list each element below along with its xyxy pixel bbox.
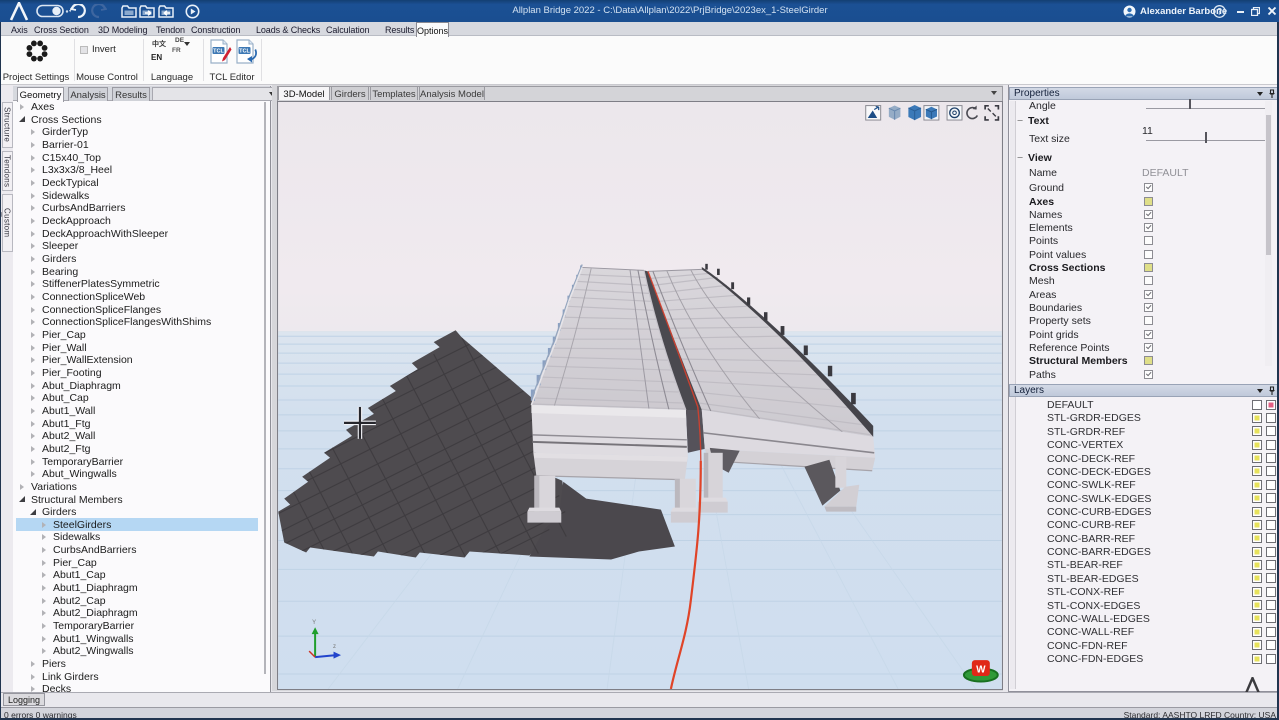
svg-text:TCL: TCL <box>213 49 224 55</box>
svg-text:TCL: TCL <box>239 49 250 55</box>
svg-text:z: z <box>333 644 336 650</box>
svg-text:?: ? <box>1217 7 1223 17</box>
svg-text:W: W <box>976 665 986 676</box>
svg-text:Y: Y <box>312 620 316 626</box>
